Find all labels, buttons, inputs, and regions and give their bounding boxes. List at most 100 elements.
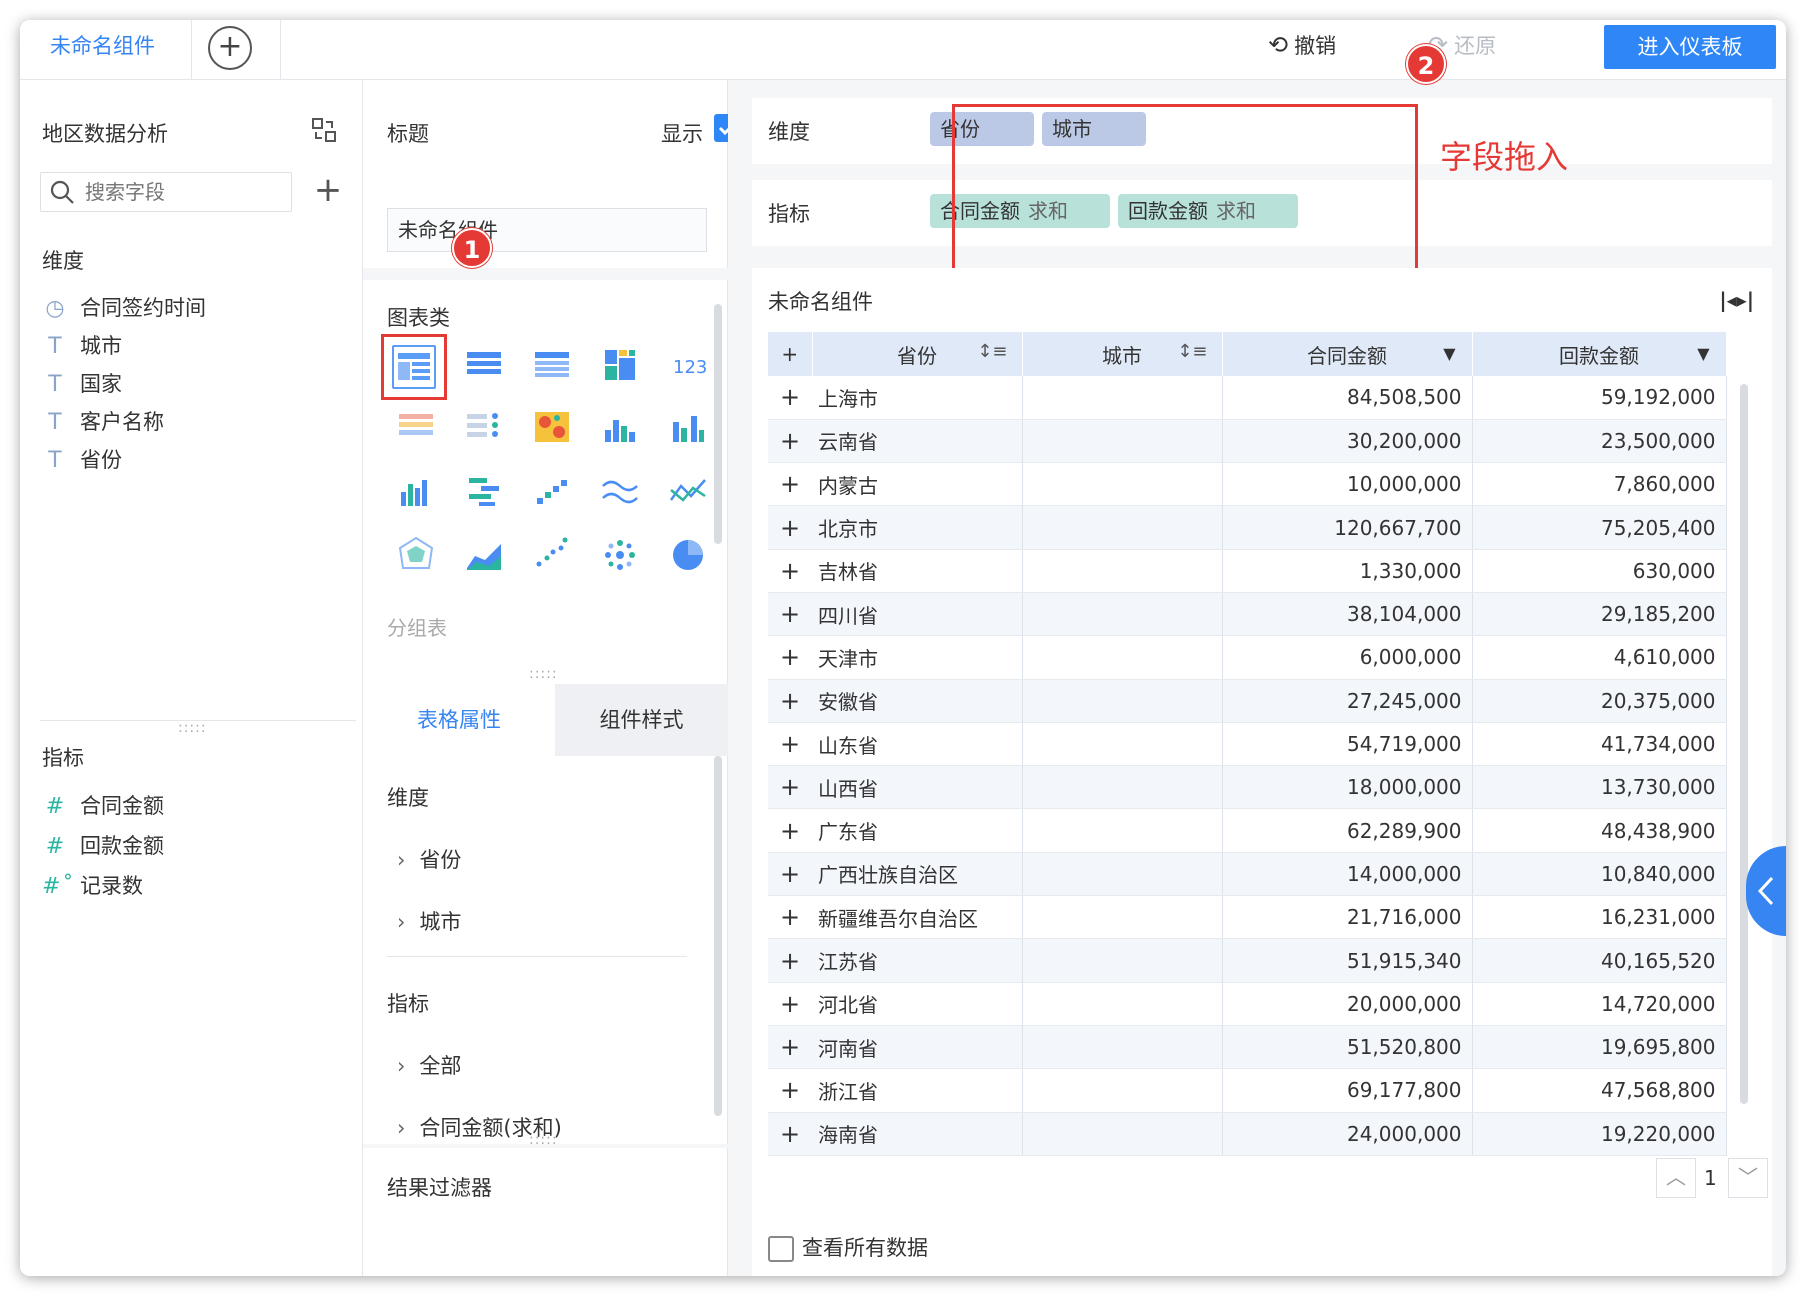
prop-dimension-province[interactable]: › 省份	[397, 844, 461, 874]
field-province[interactable]: T 省份	[42, 444, 122, 474]
dropdown-triangle-icon[interactable]: ▼	[1697, 344, 1709, 363]
tab-component-style[interactable]: 组件样式	[555, 684, 728, 756]
expand-row-icon[interactable]: +	[768, 852, 812, 897]
undo-button[interactable]: ⟲ 撤销	[1268, 30, 1336, 60]
expand-row-icon[interactable]: +	[768, 419, 812, 464]
search-input[interactable]	[85, 178, 285, 206]
heat-map-icon[interactable]	[527, 402, 577, 452]
tab-table-properties[interactable]: 表格属性	[363, 684, 555, 756]
line-chart-icon[interactable]	[595, 466, 645, 516]
radar-chart-icon[interactable]	[391, 530, 441, 580]
field-record-count[interactable]: #˚ 记录数	[42, 870, 143, 900]
header-city[interactable]: 城市 ↕≡	[1022, 332, 1223, 376]
expand-row-icon[interactable]: +	[768, 549, 812, 593]
field-customer[interactable]: T 客户名称	[42, 406, 164, 436]
expand-all-button[interactable]: +	[768, 332, 813, 376]
expand-row-icon[interactable]: +	[768, 722, 812, 767]
expand-row-icon[interactable]: +	[768, 982, 812, 1026]
kpi-number-icon[interactable]: 123	[663, 340, 713, 390]
waterfall-icon[interactable]	[527, 466, 577, 516]
page-up-button[interactable]: ︿	[1656, 1158, 1696, 1198]
sort-icon[interactable]: ↕≡	[1177, 341, 1207, 362]
field-search[interactable]	[40, 172, 292, 212]
expand-row-icon[interactable]: +	[768, 462, 812, 507]
table-row[interactable]: + 山西省 18,000,000 13,730,000	[768, 765, 1727, 810]
enter-dashboard-button[interactable]: 进入仪表板	[1604, 25, 1776, 69]
switch-dataset-icon[interactable]	[310, 116, 338, 144]
view-all-data[interactable]: 查看所有数据	[768, 1232, 928, 1262]
table-row[interactable]: + 浙江省 69,177,800 47,568,800	[768, 1068, 1727, 1113]
scatter-chart-icon[interactable]	[527, 530, 577, 580]
tab-component[interactable]: 未命名组件	[20, 20, 192, 80]
title-input[interactable]: 未命名组件	[387, 208, 707, 252]
treemap-icon[interactable]	[595, 340, 645, 390]
expand-row-icon[interactable]: +	[768, 679, 812, 723]
header-contract-amount[interactable]: 合同金额 ▼	[1222, 332, 1473, 376]
detail-table-icon[interactable]	[527, 340, 577, 390]
field-country[interactable]: T 国家	[42, 368, 122, 398]
expand-row-icon[interactable]: +	[768, 376, 812, 420]
page-down-button[interactable]: ﹀	[1728, 1158, 1768, 1198]
expand-row-icon[interactable]: +	[768, 1112, 812, 1156]
stacked-bar-icon[interactable]	[595, 402, 645, 452]
table-row[interactable]: + 安徽省 27,245,000 20,375,000	[768, 679, 1727, 723]
column-width-icon[interactable]: |◂▸|	[1719, 288, 1754, 312]
field-contract-amount[interactable]: # 合同金额	[42, 790, 164, 820]
expand-row-icon[interactable]: +	[768, 1068, 812, 1113]
table-row[interactable]: + 内蒙古 10,000,000 7,860,000	[768, 462, 1727, 507]
table-row[interactable]: + 四川省 38,104,000 29,185,200	[768, 592, 1727, 637]
expand-row-icon[interactable]: +	[768, 592, 812, 637]
bubble-chart-icon[interactable]	[595, 530, 645, 580]
add-tab-icon[interactable]: +	[208, 26, 252, 70]
heatmap-table-icon[interactable]	[391, 402, 441, 452]
table-row[interactable]: + 山东省 54,719,000 41,734,000	[768, 722, 1727, 767]
grouped-bar-icon[interactable]	[663, 402, 713, 452]
table-row[interactable]: + 吉林省 1,330,000 630,000	[768, 549, 1727, 593]
table-row[interactable]: + 广东省 62,289,900 48,438,900	[768, 808, 1727, 853]
pie-chart-icon[interactable]	[663, 530, 713, 580]
expand-row-icon[interactable]: +	[768, 938, 812, 983]
resize-handle-mid[interactable]: :::::	[529, 666, 558, 682]
prop-measure-all[interactable]: › 全部	[397, 1050, 461, 1080]
table-row[interactable]: + 云南省 30,200,000 23,500,000	[768, 419, 1727, 464]
dot-matrix-icon[interactable]	[459, 402, 509, 452]
prop-dimension-city[interactable]: › 城市	[397, 906, 461, 936]
group-table-icon[interactable]	[392, 345, 436, 389]
table-row[interactable]: + 河北省 20,000,000 14,720,000	[768, 982, 1727, 1026]
header-payment-amount[interactable]: 回款金额 ▼	[1472, 332, 1727, 376]
cell-city	[1022, 808, 1223, 853]
expand-row-icon[interactable]: +	[768, 505, 812, 550]
resize-handle[interactable]: :::::	[178, 720, 207, 736]
area-chart-icon[interactable]	[459, 530, 509, 580]
cell-contract-amount: 54,719,000	[1222, 722, 1473, 767]
polyline-chart-icon[interactable]	[663, 466, 713, 516]
collapse-sidebar-button[interactable]	[1746, 846, 1786, 936]
table-row[interactable]: + 河南省 51,520,800 19,695,800	[768, 1025, 1727, 1070]
expand-row-icon[interactable]: +	[768, 808, 812, 853]
add-field-button[interactable]: +	[310, 172, 346, 208]
table-row[interactable]: + 上海市 84,508,500 59,192,000	[768, 376, 1727, 420]
field-city[interactable]: T 城市	[42, 330, 122, 360]
field-payment-amount[interactable]: # 回款金额	[42, 830, 164, 860]
header-province[interactable]: 省份 ↕≡	[812, 332, 1023, 376]
expand-row-icon[interactable]: +	[768, 1025, 812, 1070]
chart-grid-scrollbar[interactable]	[714, 304, 722, 544]
bar-chart-icon[interactable]	[459, 466, 509, 516]
table-row[interactable]: + 天津市 6,000,000 4,610,000	[768, 635, 1727, 680]
expand-row-icon[interactable]: +	[768, 895, 812, 940]
sort-icon[interactable]: ↕≡	[977, 341, 1007, 362]
table-row[interactable]: + 新疆维吾尔自治区 21,716,000 16,231,000	[768, 895, 1727, 940]
table-row[interactable]: + 海南省 24,000,000 19,220,000	[768, 1112, 1727, 1156]
column-chart-icon[interactable]	[391, 466, 441, 516]
table-row[interactable]: + 江苏省 51,915,340 40,165,520	[768, 938, 1727, 983]
table-scrollbar[interactable]	[1740, 384, 1748, 1104]
expand-row-icon[interactable]: +	[768, 765, 812, 810]
cross-table-icon[interactable]	[459, 340, 509, 390]
expand-row-icon[interactable]: +	[768, 635, 812, 680]
property-scrollbar[interactable]	[714, 756, 722, 1116]
field-contract-date[interactable]: ◷ 合同签约时间	[42, 292, 206, 322]
table-row[interactable]: + 广西壮族自治区 14,000,000 10,840,000	[768, 852, 1727, 897]
dropdown-triangle-icon[interactable]: ▼	[1443, 344, 1455, 363]
view-all-checkbox[interactable]	[768, 1236, 794, 1262]
table-row[interactable]: + 北京市 120,667,700 75,205,400	[768, 505, 1727, 550]
